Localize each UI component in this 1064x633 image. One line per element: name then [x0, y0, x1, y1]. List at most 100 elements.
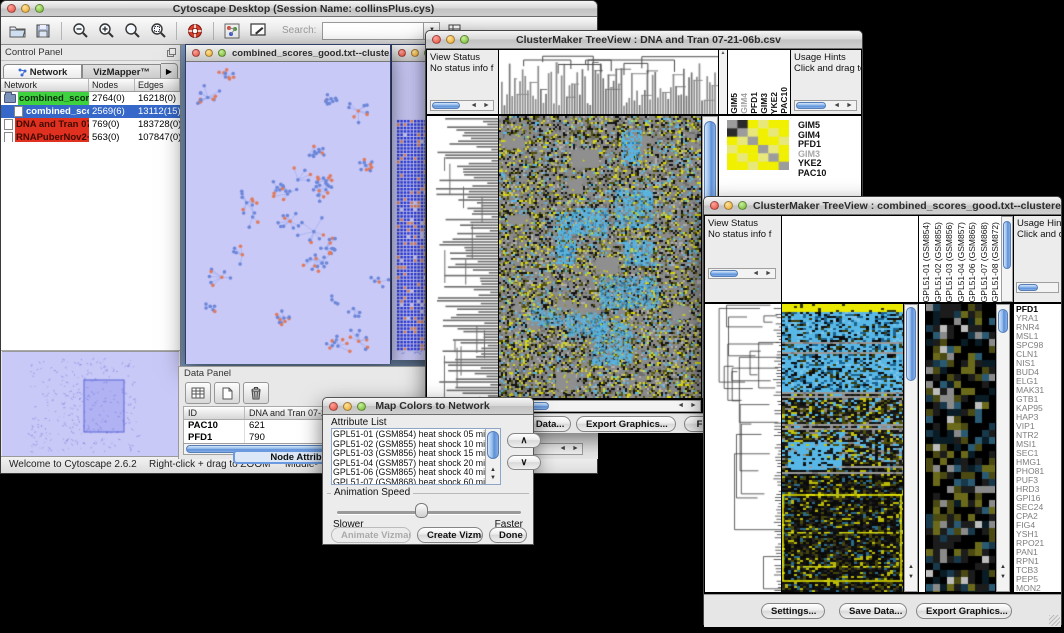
- tv1-row-dendrogram[interactable]: [427, 116, 498, 398]
- tv2-titlebar[interactable]: ClusterMaker TreeView : combined_scores_…: [704, 197, 1061, 215]
- minimize-button[interactable]: [724, 201, 733, 210]
- move-up-button[interactable]: ∧: [507, 433, 541, 448]
- tv1-global-heatmap[interactable]: [499, 116, 701, 398]
- delete-attribute-icon[interactable]: [243, 382, 269, 404]
- minimize-button[interactable]: [411, 49, 419, 57]
- birds-eye-view[interactable]: [2, 351, 179, 456]
- tv2-pane-gap: [919, 304, 925, 592]
- zoom-in-icon[interactable]: [96, 22, 116, 40]
- export-graphics-button[interactable]: Export Graphics...: [916, 603, 1012, 619]
- birdseye-canvas[interactable]: [2, 352, 179, 458]
- tv1-label-scroll-strip[interactable]: ▲: [719, 50, 727, 114]
- animation-speed-slider-track[interactable]: [337, 511, 521, 514]
- network-table-row[interactable]: combined_sco 2569(6) 13112(15): [1, 105, 180, 118]
- tv2-global-canvas[interactable]: [782, 304, 903, 592]
- attribute-list-box[interactable]: GPL51-01 (GSM854) heat shock 05 minGPL51…: [331, 428, 501, 485]
- move-down-button[interactable]: ∨: [507, 455, 541, 470]
- attribute-list-item[interactable]: GPL51-07 (GSM868) heat shock 60 min: [333, 478, 485, 485]
- open-session-icon[interactable]: [7, 22, 27, 40]
- tv2-global-vscrollbar[interactable]: ▲▼: [904, 304, 918, 592]
- close-button[interactable]: [398, 49, 406, 57]
- zoom-fit-icon[interactable]: [122, 22, 142, 40]
- zoom-out-icon[interactable]: [70, 22, 90, 40]
- resize-grip[interactable]: [1049, 615, 1060, 626]
- create-vizmap-button[interactable]: Create Vizmap: [417, 527, 483, 543]
- tv1-hints-hscrollbar[interactable]: ◄ ►: [794, 100, 857, 111]
- tv1-column-dendrogram[interactable]: [499, 50, 718, 114]
- tv2-zoom-heatmap[interactable]: [926, 304, 995, 592]
- scroll-arrows[interactable]: ◄ ►: [559, 444, 581, 454]
- zoom-button[interactable]: [738, 201, 747, 210]
- status-welcome: Welcome to Cytoscape 2.6.2: [9, 459, 137, 470]
- network-item-icon: [4, 94, 16, 103]
- tv2-column-dendrogram[interactable]: [782, 216, 918, 302]
- tv2-zoom-vscrollbar[interactable]: ▲▼: [996, 304, 1010, 592]
- settings-button[interactable]: Settings...: [761, 603, 825, 619]
- network-tree-empty-area: [1, 142, 180, 351]
- zoom-button[interactable]: [357, 402, 366, 411]
- animate-vizmap-button[interactable]: Animate Vizmap: [331, 527, 411, 543]
- minimize-button[interactable]: [205, 49, 213, 57]
- export-graphics-button[interactable]: Export Graphics...: [576, 416, 676, 432]
- minimize-button[interactable]: [21, 4, 30, 13]
- attribute-list-vscrollbar[interactable]: ▲▼: [485, 429, 500, 484]
- tv2-status-hscrollbar[interactable]: ◄ ►: [708, 268, 776, 279]
- map-colors-dialog: Map Colors to Network Attribute List GPL…: [322, 397, 534, 545]
- network-table-row[interactable]: DNA and Tran 07 769(0) 183728(0): [1, 118, 180, 131]
- save-data-button[interactable]: Save Data...: [839, 603, 907, 619]
- new-attribute-icon[interactable]: [214, 382, 240, 404]
- network-table-row[interactable]: combined_scores 2764(0) 16218(0): [1, 92, 180, 105]
- new-network-view-icon[interactable]: [222, 22, 242, 40]
- done-button[interactable]: Done: [489, 527, 527, 543]
- view-status-label: View Status: [708, 218, 758, 229]
- tv1-coltree-canvas[interactable]: [499, 50, 718, 114]
- tv1-titlebar[interactable]: ClusterMaker TreeView : DNA and Tran 07-…: [426, 31, 862, 49]
- attribute-value: 621: [245, 420, 269, 432]
- tv2-rowtree-canvas[interactable]: [705, 304, 781, 592]
- network-canvas-1[interactable]: [186, 62, 390, 364]
- zoom-selected-region-icon[interactable]: [148, 22, 168, 40]
- network-name: DNA and Tran 07: [15, 118, 89, 131]
- search-label: Search:: [282, 25, 316, 36]
- close-button[interactable]: [329, 402, 338, 411]
- tv1-column-labels: GIM5GIM4PFD1GIM3YKE2PAC10: [728, 50, 790, 114]
- tv2-row-dendrogram[interactable]: [705, 304, 781, 592]
- network-table-header[interactable]: Network Nodes Edges: [1, 78, 180, 92]
- minimize-button[interactable]: [343, 402, 352, 411]
- search-input[interactable]: [322, 22, 424, 40]
- annotation-icon[interactable]: [248, 22, 268, 40]
- tv1-matrix-canvas[interactable]: [727, 120, 789, 170]
- tv2-labels-vscrollbar[interactable]: [1001, 216, 1013, 302]
- dialog-titlebar[interactable]: Map Colors to Network: [323, 398, 533, 415]
- save-session-icon[interactable]: [33, 22, 53, 40]
- close-button[interactable]: [7, 4, 16, 13]
- tv1-row-labels: GIM5GIM4PFD1GIM3YKE2PAC10: [796, 119, 828, 180]
- attribute-id: PAC10: [184, 420, 245, 432]
- help-lifering-icon[interactable]: [185, 22, 205, 40]
- column-label: GPL51-08 (GSM872): [990, 222, 1001, 302]
- tv1-status-hscrollbar[interactable]: ◄ ►: [430, 100, 494, 111]
- animation-speed-slider-thumb[interactable]: [415, 503, 428, 518]
- tv2-hints-hscrollbar[interactable]: [1016, 282, 1059, 293]
- tv2-global-heatmap[interactable]: [782, 304, 903, 592]
- tv1-heatmap-canvas[interactable]: [499, 116, 701, 398]
- close-button[interactable]: [192, 49, 200, 57]
- net1-titlebar[interactable]: combined_scores_good.txt--cluste...: [186, 45, 390, 62]
- zoom-button[interactable]: [218, 49, 226, 57]
- minimize-button[interactable]: [446, 35, 455, 44]
- column-label: PFD1: [750, 92, 759, 114]
- attribute-table-icon[interactable]: [185, 382, 211, 404]
- dialog-title: Map Colors to Network: [372, 400, 533, 412]
- float-panel-icon[interactable]: [167, 48, 176, 57]
- window-controls[interactable]: [1, 4, 50, 13]
- zoom-button[interactable]: [460, 35, 469, 44]
- main-titlebar[interactable]: Cytoscape Desktop (Session Name: collins…: [1, 1, 597, 17]
- tv1-rowtree-canvas[interactable]: [427, 116, 498, 398]
- column-label: YKE2: [770, 92, 779, 114]
- zoom-button[interactable]: [35, 4, 44, 13]
- attribute-list-label: Attribute List: [331, 417, 387, 428]
- close-button[interactable]: [710, 201, 719, 210]
- close-button[interactable]: [432, 35, 441, 44]
- usage-hints-message: Click and drag: [1017, 229, 1061, 240]
- tv2-zoom-canvas[interactable]: [926, 304, 995, 592]
